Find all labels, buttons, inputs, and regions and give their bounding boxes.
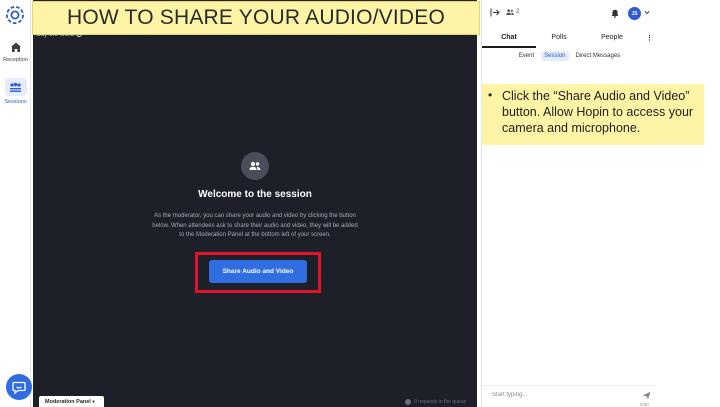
message-bar: 0/30 bbox=[482, 385, 657, 407]
message-input[interactable] bbox=[492, 392, 622, 398]
moderation-panel-toggle[interactable]: Moderation Panel ▾ bbox=[39, 396, 104, 407]
bell-icon[interactable] bbox=[611, 9, 619, 18]
banner-title: HOW TO SHARE YOUR AUDIO/VIDEO bbox=[66, 6, 446, 29]
avatar[interactable]: JS bbox=[628, 7, 641, 20]
chat-bubble-icon bbox=[12, 381, 26, 394]
collapse-panel-icon[interactable] bbox=[490, 8, 500, 17]
subtab-event[interactable]: Event bbox=[516, 51, 537, 61]
queue-status: 0 requests in the queue bbox=[405, 399, 466, 405]
right-panel-header: 2 JS bbox=[482, 0, 657, 28]
people-avatar bbox=[241, 152, 269, 180]
queue-icon bbox=[405, 399, 411, 405]
instruction-note: • Click the “Share Audio and Video” butt… bbox=[482, 84, 704, 145]
welcome-text: As the moderator, you can share your aud… bbox=[152, 213, 358, 238]
home-icon bbox=[10, 42, 21, 52]
right-panel: 2 JS Chat Polls People ⋮ Event Session D… bbox=[481, 0, 657, 407]
more-vertical-icon[interactable]: ⋮ bbox=[642, 28, 657, 48]
chat-subtabs: Event Session Direct Messages bbox=[482, 51, 657, 61]
left-nav: Reception Sessions bbox=[0, 0, 32, 407]
welcome-title: Welcome to the session bbox=[198, 189, 312, 200]
nav-item-label: Sessions bbox=[4, 99, 27, 105]
nav-item-sessions[interactable]: Sessions bbox=[0, 78, 31, 105]
attendee-count: 2 bbox=[506, 9, 519, 15]
panel-tabs: Chat Polls People ⋮ bbox=[482, 28, 657, 48]
tab-chat[interactable]: Chat bbox=[482, 28, 536, 48]
chevron-down-icon: ▾ bbox=[92, 399, 95, 404]
subtab-session[interactable]: Session bbox=[541, 51, 569, 61]
hopin-logo-icon[interactable] bbox=[6, 6, 24, 24]
subtab-direct-messages[interactable]: Direct Messages bbox=[573, 51, 624, 61]
nav-item-label: Reception bbox=[3, 57, 28, 63]
chevron-down-icon[interactable] bbox=[644, 10, 650, 15]
people-icon bbox=[249, 162, 261, 170]
right-gutter bbox=[656, 0, 720, 407]
people-icon bbox=[506, 9, 514, 15]
chat-fab-button[interactable] bbox=[6, 374, 32, 400]
bullet-icon: • bbox=[488, 88, 493, 102]
char-count: 0/30 bbox=[640, 402, 649, 407]
tab-polls[interactable]: Polls bbox=[536, 28, 582, 48]
screen: Reception Sessions Say the wo bbox=[0, 0, 720, 407]
instruction-text: Click the “Share Audio and Video” button… bbox=[502, 89, 694, 135]
tab-people[interactable]: People bbox=[582, 28, 642, 48]
sessions-icon-wrap bbox=[4, 78, 27, 96]
session-stage: Say the word i Welcome to the session As… bbox=[33, 0, 477, 407]
title-banner: HOW TO SHARE YOUR AUDIO/VIDEO bbox=[32, 1, 480, 35]
share-audio-video-button[interactable]: Share Audio and Video bbox=[209, 260, 307, 283]
welcome-block: Welcome to the session As the moderator,… bbox=[33, 152, 477, 241]
nav-item-reception[interactable]: Reception bbox=[0, 40, 31, 63]
sessions-icon bbox=[10, 82, 21, 92]
send-icon[interactable] bbox=[642, 391, 651, 400]
